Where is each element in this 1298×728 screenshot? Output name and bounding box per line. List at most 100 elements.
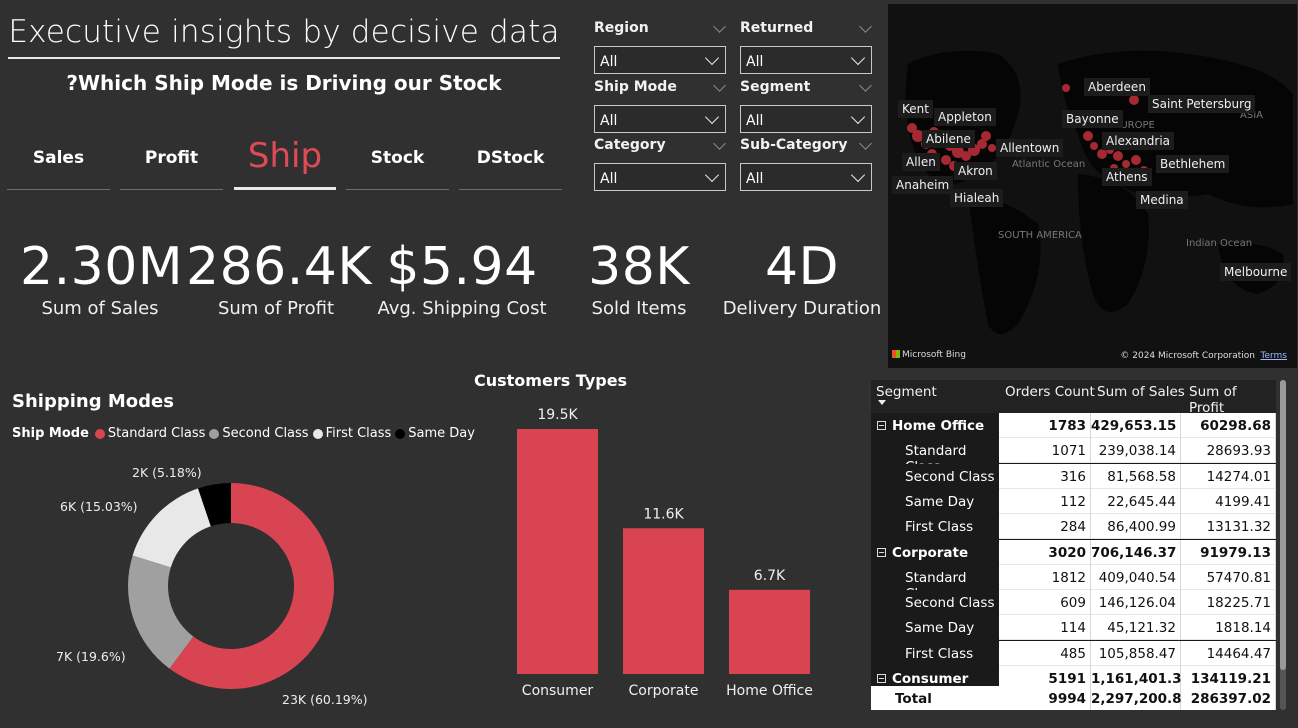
chevron-down-icon[interactable] xyxy=(713,137,726,150)
dropdown-value: All xyxy=(746,171,764,187)
column-header-sum-of-profit[interactable]: Sum of Profit xyxy=(1189,384,1276,416)
kpi-sum-of-profit: 286.4K Sum of Profit xyxy=(186,236,371,319)
dropdown-value: All xyxy=(746,113,764,129)
bar-home-office[interactable] xyxy=(729,589,810,674)
cell-profit: 28693.93 xyxy=(1181,438,1276,464)
customers-types-bar-chart[interactable]: 19.5K Consumer 11.6K Corporate 6.7K Home Offi… xyxy=(500,396,830,706)
collapse-icon[interactable] xyxy=(877,674,886,683)
cell-orders: 1812 xyxy=(999,564,1091,590)
row-label: Corporate xyxy=(871,539,999,565)
kpi-label: Avg. Shipping Cost xyxy=(377,298,547,319)
column-header-segment[interactable]: Segment xyxy=(876,384,937,400)
sort-desc-icon[interactable] xyxy=(878,400,886,405)
slice-label: 23K (60.19%) xyxy=(282,692,368,707)
column-header-orders-count[interactable]: Orders Count xyxy=(1005,384,1095,400)
segment-dropdown[interactable]: All xyxy=(740,105,872,133)
ship-mode-dropdown[interactable]: All xyxy=(594,105,726,133)
shipping-modes-title: Shipping Modes xyxy=(12,391,174,412)
collapse-icon[interactable] xyxy=(877,547,886,557)
chevron-down-icon xyxy=(850,109,866,125)
tab-sales[interactable]: Sales xyxy=(7,134,110,190)
slicer-region: Region All xyxy=(594,20,726,74)
cell-profit: 14274.01 xyxy=(1181,463,1276,489)
chevron-down-icon[interactable] xyxy=(859,79,872,92)
slicer-title: Ship Mode xyxy=(594,79,677,95)
cell-profit: 4199.41 xyxy=(1181,488,1276,514)
bar-consumer[interactable] xyxy=(517,429,598,674)
table-row: Standard Class1071239,038.1428693.93 xyxy=(871,438,1276,475)
scrollbar-thumb[interactable] xyxy=(1280,380,1286,670)
city-label: Saint Petersburg xyxy=(1148,95,1256,113)
column-header-sum-of-sales[interactable]: Sum of Sales xyxy=(1097,384,1185,400)
row-label: First Class xyxy=(871,514,999,540)
map-terms-link[interactable]: Terms xyxy=(1260,351,1287,361)
donut-slice-first-class[interactable] xyxy=(132,488,211,568)
sub-category-dropdown[interactable]: All xyxy=(740,163,872,191)
tab-ship[interactable]: Ship xyxy=(234,134,336,190)
cell-sales: 409,040.54 xyxy=(1091,564,1181,590)
table-row: First Class 284 86,400.99 13131.32 xyxy=(871,514,1276,540)
legend-item[interactable]: First Class xyxy=(312,426,391,441)
chevron-down-icon xyxy=(850,167,866,183)
kpi-label: Sum of Profit xyxy=(217,298,335,319)
kpi-value: $5.94 xyxy=(386,237,538,297)
chevron-down-icon xyxy=(704,50,720,66)
slicer-sub-category: Sub-Category All xyxy=(740,137,872,191)
city-label: Bayonne xyxy=(1062,110,1123,128)
cell-orders: 485 xyxy=(999,640,1091,666)
customers-types-title: Customers Types xyxy=(474,371,628,390)
total-sales: 2,297,200.86 xyxy=(1091,686,1191,710)
shipping-modes-donut[interactable] xyxy=(101,466,361,706)
category-dropdown[interactable]: All xyxy=(594,163,726,191)
city-label: Medina xyxy=(1136,191,1188,209)
dropdown-value: All xyxy=(600,113,618,129)
chevron-down-icon[interactable] xyxy=(713,79,726,92)
row-label: Second Class xyxy=(871,590,999,616)
chevron-down-icon[interactable] xyxy=(859,137,872,150)
slicer-title: Region xyxy=(594,20,649,36)
chevron-down-icon xyxy=(704,109,720,125)
cell-sales: 45,121.32 xyxy=(1091,615,1181,641)
world-map[interactable]: Atlantic Ocean SOUTH AMERICA EUROPE ASIA… xyxy=(888,4,1297,368)
table-row: First Class 485 105,858.47 14464.47 xyxy=(871,640,1276,666)
bar-corporate[interactable] xyxy=(623,528,704,674)
legend-item[interactable]: Second Class xyxy=(209,426,309,441)
slicer-segment: Segment All xyxy=(740,79,872,133)
city-label: Bethlehem xyxy=(1156,155,1230,173)
table-row: Standard Class1812409,040.5457470.81 xyxy=(871,564,1276,602)
table-group-row[interactable]: Corporate 3020 706,146.37 91979.13 xyxy=(871,539,1276,565)
tab-dstock[interactable]: DStock xyxy=(459,134,562,190)
city-label: Kent xyxy=(898,100,933,118)
cell-orders: 112 xyxy=(999,488,1091,514)
cell-profit: 57470.81 xyxy=(1181,564,1276,590)
chevron-down-icon[interactable] xyxy=(713,20,726,33)
cell-sales: 706,146.37 xyxy=(1091,539,1181,565)
kpi-delivery-duration: 4D Delivery Duration xyxy=(720,236,884,319)
table-group-row[interactable]: Home Office 1783 429,653.15 60298.68 xyxy=(871,413,1276,438)
city-label: Melbourne xyxy=(1220,263,1292,281)
row-label: Standard Class xyxy=(871,438,999,475)
row-label: Same Day xyxy=(871,488,999,514)
page-subtitle: ?Which Ship Mode is Driving our Stock xyxy=(66,71,502,95)
legend-item[interactable]: Standard Class xyxy=(94,426,205,441)
kpi-avg-shipping-cost: $5.94 Avg. Shipping Cost xyxy=(372,236,552,319)
table-scrollbar[interactable] xyxy=(1280,380,1286,710)
bar-value-label: 11.6K xyxy=(643,506,684,522)
bar-category-label: Home Office xyxy=(726,683,813,699)
region-dropdown[interactable]: All xyxy=(594,46,726,74)
tab-profit[interactable]: Profit xyxy=(120,134,223,190)
cell-profit: 1818.14 xyxy=(1181,615,1276,641)
legend-item[interactable]: Same Day xyxy=(395,426,475,441)
tab-stock[interactable]: Stock xyxy=(346,134,449,190)
chevron-down-icon[interactable] xyxy=(859,20,872,33)
cell-profit: 18225.71 xyxy=(1181,590,1276,616)
kpi-label: Sold Items xyxy=(591,298,687,319)
collapse-icon[interactable] xyxy=(877,421,886,430)
city-label: Akron xyxy=(954,162,997,180)
cell-orders: 316 xyxy=(999,463,1091,489)
geo-label: Atlantic Ocean xyxy=(1012,159,1086,170)
returned-dropdown[interactable]: All xyxy=(740,46,872,74)
total-label: Total xyxy=(871,686,999,710)
row-label: First Class xyxy=(871,640,999,666)
city-label: Aberdeen xyxy=(1084,78,1150,96)
